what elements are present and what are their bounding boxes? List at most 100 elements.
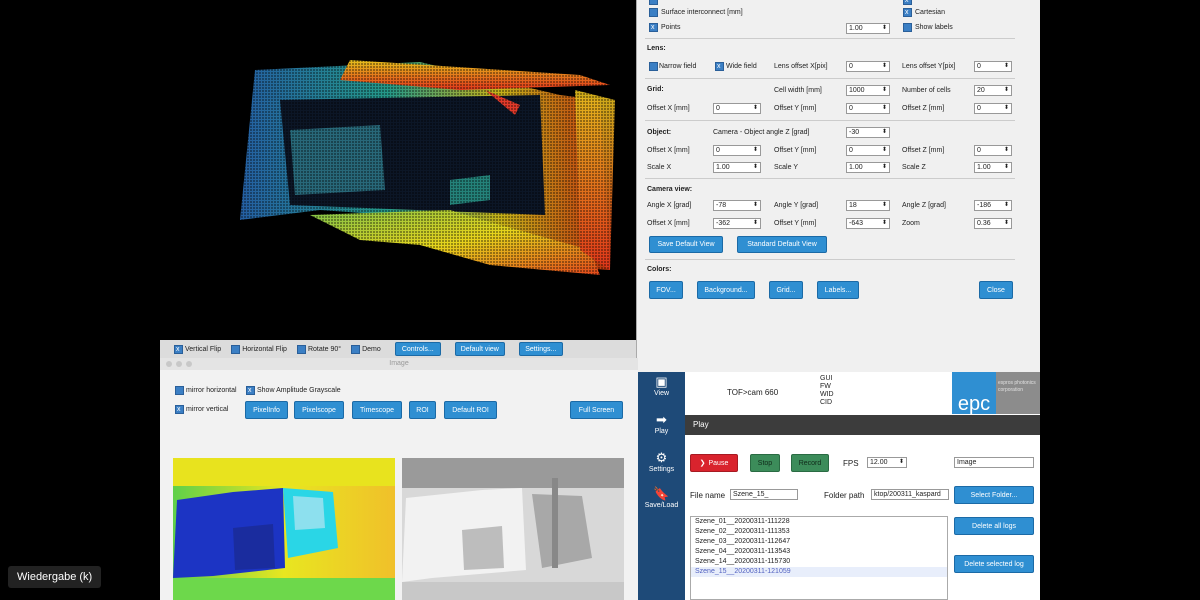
list-item[interactable]: Szene_14__20200311-115730 xyxy=(691,557,947,567)
cell-width-input[interactable]: 1000 ⬍ xyxy=(846,85,890,96)
window-minimize-dot[interactable] xyxy=(176,361,182,367)
top-checkbox-b[interactable] xyxy=(903,0,912,5)
show-labels-checkbox[interactable] xyxy=(903,23,912,32)
delete-all-logs-button[interactable]: Delete all logs xyxy=(954,517,1034,535)
list-item[interactable]: Szene_01__20200311-111228 xyxy=(691,517,947,527)
folder-path-input[interactable]: ktop/200311_kaspard xyxy=(871,489,949,500)
roi-button[interactable]: ROI xyxy=(409,401,436,419)
scale-z-input[interactable]: 1.00 ⬍ xyxy=(974,162,1012,173)
object-offset-z-input[interactable]: 0 ⬍ xyxy=(974,145,1012,156)
stop-button[interactable]: Stop xyxy=(750,454,780,472)
window-maximize-dot[interactable] xyxy=(186,361,192,367)
lens-offset-x-input[interactable]: 0 ⬍ xyxy=(846,61,890,72)
play-section-header: Play xyxy=(685,415,1040,435)
lens-offset-y-label: Lens offset Y[pix] xyxy=(902,63,956,70)
camera-offset-y-input[interactable]: -643 ⬍ xyxy=(846,218,890,229)
vertical-flip-option[interactable]: Vertical Flip xyxy=(174,344,221,354)
window-close-dot[interactable] xyxy=(166,361,172,367)
list-item[interactable]: Szene_04__20200311-113543 xyxy=(691,547,947,557)
zoom-label: Zoom xyxy=(902,220,920,227)
rotate-checkbox[interactable] xyxy=(296,344,306,354)
demo-option[interactable]: Demo xyxy=(351,344,381,354)
divider xyxy=(645,120,1015,121)
list-item-selected[interactable]: Szene_15__20200311-121059 xyxy=(691,567,947,577)
mirror-vertical-label: mirror vertical xyxy=(186,406,229,413)
points-size-input[interactable]: 1.00 ⬍ xyxy=(846,23,890,34)
mirror-horizontal-checkbox[interactable] xyxy=(175,386,184,395)
demo-checkbox[interactable] xyxy=(351,344,361,354)
lens-offset-y-input[interactable]: 0 ⬍ xyxy=(974,61,1012,72)
rotate-label: Rotate 90° xyxy=(307,345,342,353)
sidebar-item-view[interactable]: ▣ View xyxy=(638,374,685,397)
grid-offset-z-input[interactable]: 0 ⬍ xyxy=(974,103,1012,114)
point-cloud-viewer[interactable] xyxy=(160,0,638,328)
horizontal-flip-checkbox[interactable] xyxy=(231,344,241,354)
log-list[interactable]: Szene_01__20200311-111228 Szene_02__2020… xyxy=(690,516,948,600)
mode-select[interactable]: Image xyxy=(954,457,1034,468)
camera-angle-x-input[interactable]: -78 ⬍ xyxy=(713,200,761,211)
camera-offset-x-input[interactable]: -362 ⬍ xyxy=(713,218,761,229)
object-offset-y-input[interactable]: 0 ⬍ xyxy=(846,145,890,156)
rotate-option[interactable]: Rotate 90° xyxy=(296,344,342,354)
wide-field-checkbox[interactable] xyxy=(715,62,724,71)
background-color-button[interactable]: Background... xyxy=(697,281,755,299)
epc-logo: epc xyxy=(952,372,996,415)
amplitude-image[interactable] xyxy=(402,458,624,600)
file-name-input[interactable]: Szene_15_ xyxy=(730,489,798,500)
full-screen-button[interactable]: Full Screen xyxy=(570,401,623,419)
colors-section-title: Colors: xyxy=(647,266,672,273)
scale-x-input[interactable]: 1.00 ⬍ xyxy=(713,162,761,173)
camera-angle-z-input[interactable]: -186 ⬍ xyxy=(974,200,1012,211)
select-folder-button[interactable]: Select Folder... xyxy=(954,486,1034,504)
save-default-view-button[interactable]: Save Default View xyxy=(649,236,723,253)
points-checkbox[interactable] xyxy=(649,23,658,32)
viewer-toolbar: Vertical Flip Horizontal Flip Rotate 90°… xyxy=(160,340,638,358)
grid-offset-x-input[interactable]: 0 ⬍ xyxy=(713,103,761,114)
settings-button[interactable]: Settings... xyxy=(518,342,563,356)
controls-button[interactable]: Controls... xyxy=(394,342,441,356)
fov-color-button[interactable]: FOV... xyxy=(649,281,683,299)
record-button[interactable]: Record xyxy=(791,454,829,472)
surface-interconnect-checkbox[interactable] xyxy=(649,8,658,17)
object-offset-x-input[interactable]: 0 ⬍ xyxy=(713,145,761,156)
divider xyxy=(645,38,1015,39)
cartesian-checkbox[interactable] xyxy=(903,8,912,17)
pixelinfo-button[interactable]: PixelInfo xyxy=(245,401,288,419)
top-checkbox-a[interactable] xyxy=(649,0,658,5)
timescope-button[interactable]: Timescope xyxy=(352,401,402,419)
distance-image[interactable] xyxy=(173,458,395,600)
default-roi-button[interactable]: Default ROI xyxy=(444,401,497,419)
sidebar-item-settings[interactable]: ⚙ Settings xyxy=(638,450,685,473)
horizontal-flip-option[interactable]: Horizontal Flip xyxy=(231,344,287,354)
grid-color-button[interactable]: Grid... xyxy=(769,281,803,299)
narrow-field-checkbox[interactable] xyxy=(649,62,658,71)
vertical-flip-checkbox[interactable] xyxy=(174,344,183,354)
divider xyxy=(645,178,1015,179)
sidebar-item-play[interactable]: ➡ Play xyxy=(638,412,685,435)
grid-offset-y-input[interactable]: 0 ⬍ xyxy=(846,103,890,114)
scale-y-input[interactable]: 1.00 ⬍ xyxy=(846,162,890,173)
lens-section-title: Lens: xyxy=(647,45,666,52)
labels-color-button[interactable]: Labels... xyxy=(817,281,859,299)
controls-panel: Surface interconnect [mm] Cartesian Poin… xyxy=(636,0,1040,372)
list-item[interactable]: Szene_02__20200311-111353 xyxy=(691,527,947,537)
delete-selected-log-button[interactable]: Delete selected log xyxy=(954,555,1034,573)
list-item[interactable]: Szene_03__20200311-112647 xyxy=(691,537,947,547)
standard-default-view-button[interactable]: Standard Default View xyxy=(737,236,827,253)
zoom-input[interactable]: 0.36 ⬍ xyxy=(974,218,1012,229)
pause-button[interactable]: ❯ Pause xyxy=(690,454,738,472)
camera-angle-z-label: Angle Z [grad] xyxy=(902,202,946,209)
mirror-vertical-checkbox[interactable] xyxy=(175,405,184,414)
number-of-cells-input[interactable]: 20 ⬍ xyxy=(974,85,1012,96)
show-amplitude-checkbox[interactable] xyxy=(246,386,255,395)
fps-input[interactable]: 12.00 ⬍ xyxy=(867,457,907,468)
scale-x-label: Scale X xyxy=(647,164,672,171)
file-name-label: File name xyxy=(690,491,726,500)
pixelscope-button[interactable]: Pixelscope xyxy=(294,401,344,419)
camera-angle-y-input[interactable]: 18 ⬍ xyxy=(846,200,890,211)
gear-icon: ⚙ xyxy=(655,450,668,465)
object-angle-input[interactable]: -30 ⬍ xyxy=(846,127,890,138)
default-view-button[interactable]: Default view xyxy=(454,342,505,356)
close-button[interactable]: Close xyxy=(979,281,1013,299)
sidebar-item-save-load[interactable]: 🔖 Save/Load xyxy=(638,486,685,509)
